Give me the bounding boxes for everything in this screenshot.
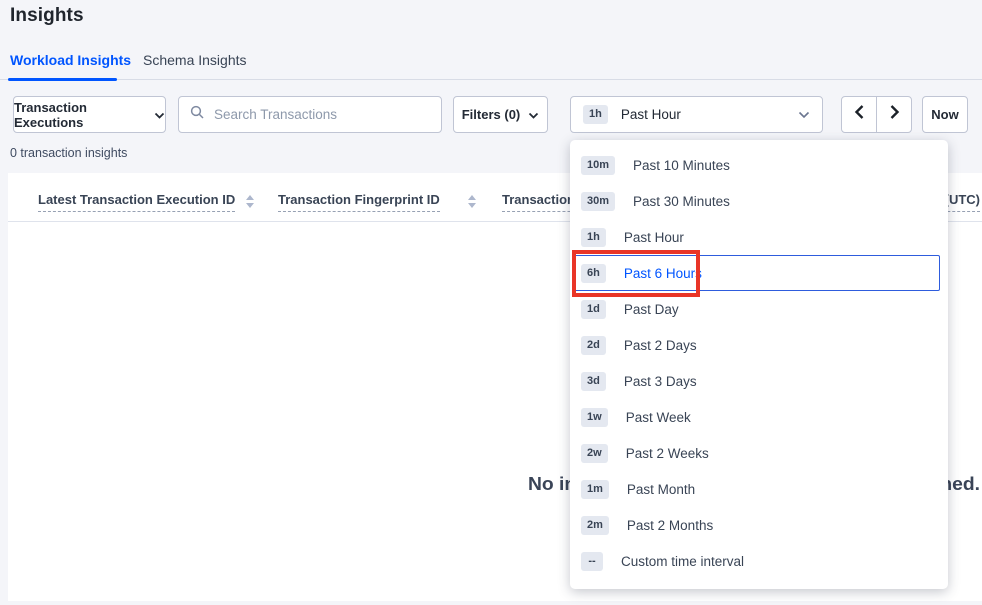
time-nav-group	[841, 96, 912, 133]
chevron-down-icon	[154, 107, 165, 122]
filters-button[interactable]: Filters (0)	[453, 96, 548, 133]
time-option-past-2-days[interactable]: 2d Past 2 Days	[570, 327, 948, 363]
time-option-past-hour[interactable]: 1h Past Hour	[570, 219, 948, 255]
now-button-label: Now	[931, 107, 958, 122]
sort-icon[interactable]	[246, 195, 254, 208]
time-option-past-3-days[interactable]: 3d Past 3 Days	[570, 363, 948, 399]
search-icon	[190, 105, 205, 125]
chevron-left-icon	[854, 104, 865, 125]
tab-schema-insights-label: Schema Insights	[143, 52, 247, 68]
time-interval-select[interactable]: 1h Past Hour	[570, 96, 823, 133]
view-type-label: Transaction Executions	[14, 100, 145, 130]
search-box[interactable]	[178, 96, 442, 133]
time-interval-dropdown: 10m Past 10 Minutes 30m Past 30 Minutes …	[570, 140, 948, 589]
time-option-past-month[interactable]: 1m Past Month	[570, 471, 948, 507]
time-option-past-day[interactable]: 1d Past Day	[570, 291, 948, 327]
now-button[interactable]: Now	[922, 96, 968, 133]
page-title: Insights	[10, 5, 84, 27]
previous-interval-button[interactable]	[841, 96, 877, 133]
tab-schema-insights[interactable]: Schema Insights	[143, 40, 247, 80]
next-interval-button[interactable]	[876, 96, 912, 133]
active-tab-indicator	[8, 78, 117, 81]
chevron-right-icon	[889, 104, 900, 125]
tab-bar: Workload Insights Schema Insights	[0, 40, 982, 80]
time-option-past-2-months[interactable]: 2m Past 2 Months	[570, 507, 948, 543]
view-type-select[interactable]: Transaction Executions	[13, 96, 166, 133]
time-option-past-6-hours[interactable]: 6h Past 6 Hours	[573, 255, 940, 291]
search-input[interactable]	[214, 107, 430, 122]
time-option-past-10-minutes[interactable]: 10m Past 10 Minutes	[570, 147, 948, 183]
time-interval-label: Past Hour	[621, 107, 681, 122]
column-header-latest-transaction-execution-id[interactable]: Latest Transaction Execution ID	[38, 192, 235, 207]
insights-page: Insights Workload Insights Schema Insigh…	[0, 0, 982, 605]
tab-workload-insights-label: Workload Insights	[10, 52, 131, 68]
filters-label: Filters (0)	[462, 107, 521, 122]
time-option-custom-time-interval[interactable]: -- Custom time interval	[570, 543, 948, 579]
insights-count: 0 transaction insights	[10, 146, 127, 160]
chevron-down-icon	[528, 107, 539, 122]
column-header-transaction-fingerprint-id[interactable]: Transaction Fingerprint ID	[278, 192, 440, 207]
sort-icon[interactable]	[468, 195, 476, 208]
time-option-past-week[interactable]: 1w Past Week	[570, 399, 948, 435]
time-option-past-2-weeks[interactable]: 2w Past 2 Weeks	[570, 435, 948, 471]
time-interval-badge: 1h	[583, 105, 608, 124]
time-option-past-30-minutes[interactable]: 30m Past 30 Minutes	[570, 183, 948, 219]
chevron-down-icon	[798, 107, 810, 122]
tab-workload-insights[interactable]: Workload Insights	[10, 40, 131, 80]
